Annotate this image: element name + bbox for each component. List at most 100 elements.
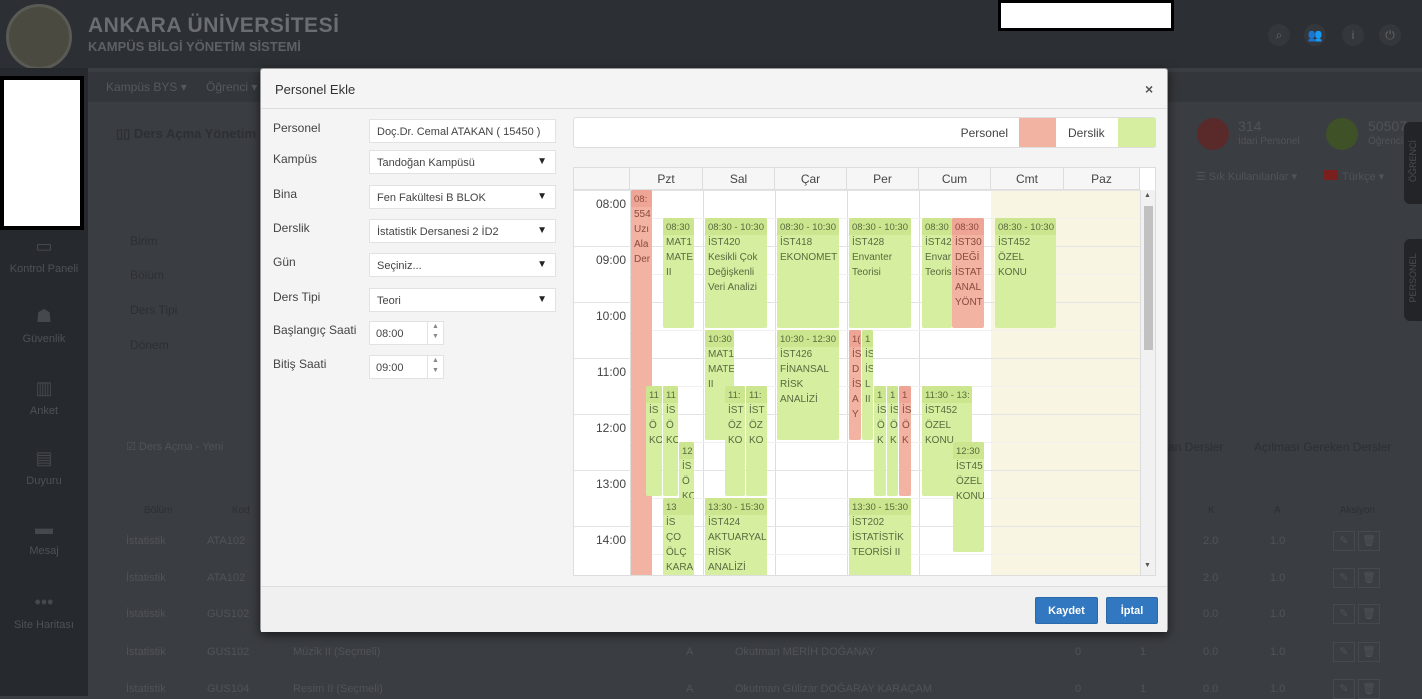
calendar-event[interactable]: 08:30 - 10:30 İST428 Envanter Teorisi xyxy=(849,218,911,328)
calendar-event[interactable]: 1 İS ÖK xyxy=(887,386,898,496)
calendar-event[interactable]: 08:30 - 10:30 İST418 EKONOMET xyxy=(777,218,839,328)
calendar-event[interactable]: 1 İS ÖK xyxy=(874,386,886,496)
event-text: KO xyxy=(728,435,743,446)
power-icon[interactable]: ⏻ xyxy=(1379,24,1401,46)
calendar-event[interactable]: 13 İS ÇO ÖLÇ KARA xyxy=(663,498,694,575)
table-cell: 1.0 xyxy=(1270,572,1286,584)
filter-label: Dönem xyxy=(130,338,169,352)
event-time: 10:30 - 12:30 xyxy=(777,330,839,347)
chevron-down-icon: ▼ xyxy=(537,259,547,270)
tab-acilmasi-gereken[interactable]: Açılması Gereken Dersler xyxy=(1254,440,1391,454)
student-stat-icon xyxy=(1326,118,1358,150)
delete-button[interactable]: 🗑 xyxy=(1358,679,1380,699)
calendar-event[interactable]: 08:30 İST30 DEĞİ İSTAT ANAL YÖNT xyxy=(952,218,984,328)
edit-button[interactable]: ✎ xyxy=(1333,642,1355,662)
delete-button[interactable]: 🗑 xyxy=(1358,642,1380,662)
calendar-event[interactable]: 1 İS ÖK xyxy=(899,386,911,496)
calendar-event[interactable]: 08: 554 Uzı Ala Der xyxy=(631,190,652,575)
scroll-up-icon[interactable]: ▲ xyxy=(1144,192,1151,199)
event-time: 13:30 - 15:30 xyxy=(849,498,911,515)
sidebar-item-duyuru[interactable]: ▤ Duyuru xyxy=(0,448,88,487)
calendar-scrollbar[interactable]: ▲ ▼ xyxy=(1140,190,1155,575)
new-course-button[interactable]: ☑ Ders Açma - Yeni xyxy=(126,440,223,453)
side-tab-ogrenci[interactable]: ÖĞRENCİ xyxy=(1404,122,1422,204)
favorites-menu[interactable]: ☰ Sık Kullanılanlar ▾ xyxy=(1196,170,1297,183)
search-icon[interactable]: ⌕ xyxy=(1268,24,1290,46)
ba-lang-saatifield[interactable]: 08:00 ▲ ▼ xyxy=(369,321,444,345)
calendar-event[interactable]: 12:30 İST45 ÖZEL KONU xyxy=(953,442,984,552)
event-time: 1( xyxy=(849,330,861,347)
calendar-event[interactable]: 11 İS Ö KO xyxy=(646,386,662,496)
event-text: L xyxy=(865,379,871,390)
delete-button[interactable]: 🗑 xyxy=(1358,531,1380,551)
calendar-event[interactable]: 11: İST ÖZ KO xyxy=(725,386,745,496)
calendar-event[interactable]: 08:30 - 10:30 İST452 ÖZEL KONU xyxy=(995,218,1056,328)
nav-ogrenci[interactable]: Öğrenci ▾ xyxy=(206,80,257,94)
biti-saatifield[interactable]: 09:00 ▲ ▼ xyxy=(369,355,444,379)
edit-button[interactable]: ✎ xyxy=(1333,568,1355,588)
scroll-down-icon[interactable]: ▼ xyxy=(1144,562,1151,569)
field-value: Tandoğan Kampüsü xyxy=(377,157,475,169)
add-staff-modal: Personel Ekle × Personel Doç.Dr. Cemal AT… xyxy=(260,68,1168,632)
day-header: Sal xyxy=(703,168,775,190)
calendar-event[interactable]: 11 İS Ö KO xyxy=(663,386,678,496)
g-nfield[interactable]: Seçiniz... ▼ xyxy=(369,253,556,277)
kamp-sfield[interactable]: Tandoğan Kampüsü ▼ xyxy=(369,150,556,174)
delete-button[interactable]: 🗑 xyxy=(1358,604,1380,624)
calendar-event[interactable]: 1(İS D İS A Y xyxy=(849,330,861,440)
event-text: İST426 xyxy=(780,349,813,360)
calendar-event[interactable]: 10:30 - 12:30 İST426 FİNANSAL RİSK ANALİZİ xyxy=(777,330,839,440)
close-icon[interactable]: × xyxy=(1145,81,1153,97)
event-time: 08:30 - 10:30 xyxy=(705,218,767,235)
list-icon: ☰ xyxy=(1196,171,1209,183)
personelfield[interactable]: Doç.Dr. Cemal ATAKAN ( 15450 ) xyxy=(369,119,556,143)
edit-button[interactable]: ✎ xyxy=(1333,604,1355,624)
tab-acilan-dersler[interactable]: an Dersler xyxy=(1168,440,1223,454)
ders-tipifield[interactable]: Teori ▼ xyxy=(369,288,556,312)
calendar-event[interactable]: 08:30 İST42 Envar Teoris xyxy=(922,218,952,328)
calendar-event[interactable]: 13:30 - 15:30 İST424 AKTUARYAL RİSK ANALİZİ xyxy=(705,498,767,575)
time-value: 08:00 xyxy=(376,328,404,340)
side-tab-personel[interactable]: PERSONEL xyxy=(1404,239,1422,321)
event-text: ANAL xyxy=(955,282,982,293)
chevron-down-icon: ▼ xyxy=(537,294,547,305)
table-cell: 0 xyxy=(1075,683,1082,695)
info-icon[interactable]: i xyxy=(1342,24,1364,46)
cancel-button[interactable]: İptal xyxy=(1106,597,1158,624)
calendar-event[interactable]: 08:30 MAT1 MATE II xyxy=(663,218,694,328)
sidebar-item-mesaj[interactable]: ▬ Mesaj xyxy=(0,518,88,557)
spinner-arrows-icon[interactable]: ▲ ▼ xyxy=(427,356,443,378)
sidebar-item-kontrol-paneli[interactable]: ▭ Kontrol Paneli xyxy=(0,236,88,275)
calendar-event[interactable]: 1 İS İS L II xyxy=(862,330,873,440)
table-cell: Okutman Gülizar DOĞARAY KARAÇAM xyxy=(735,683,933,695)
sidebar-item-guvenlik[interactable]: ☗ Güvenlik xyxy=(0,306,88,345)
column-divider xyxy=(703,190,704,575)
calendar-event[interactable]: 13:30 - 15:30 İST202 İSTATİSTİK TEORİSİ II xyxy=(849,498,911,575)
table-cell: İstatistik xyxy=(126,646,166,658)
derslikfield[interactable]: İstatistik Dersanesi 2 İD2 ▼ xyxy=(369,219,556,243)
delete-button[interactable]: 🗑 xyxy=(1358,568,1380,588)
sidebar-item-site-haritasi[interactable]: ••• Site Haritası xyxy=(0,592,88,631)
calendar-event[interactable]: 08:30 - 10:30 İST420 Kesikli Çok Değişkenli… xyxy=(705,218,767,328)
nav-kampus-bys[interactable]: Kampüs BYS ▾ xyxy=(106,80,187,94)
flag-icon xyxy=(1324,170,1338,180)
edit-button[interactable]: ✎ xyxy=(1333,531,1355,551)
save-button[interactable]: Kaydet xyxy=(1035,597,1098,624)
sidebar-item-anket[interactable]: ▥ Anket xyxy=(0,378,88,417)
calendar-event[interactable]: 11: İST ÖZ KO xyxy=(746,386,767,496)
table-cell: 2.0 xyxy=(1203,572,1219,584)
table-cell: İstatistik xyxy=(126,608,166,620)
binafield[interactable]: Fen Fakültesi B BLOK ▼ xyxy=(369,185,556,209)
language-menu[interactable]: Türkçe ▾ xyxy=(1324,170,1384,183)
scrollbar-thumb[interactable] xyxy=(1144,206,1153,350)
event-time: 11: xyxy=(746,386,767,403)
users-icon[interactable]: 👥 xyxy=(1304,24,1326,46)
spinner-arrows-icon[interactable]: ▲ ▼ xyxy=(427,322,443,344)
event-text: İST xyxy=(728,405,744,416)
redacted-box xyxy=(0,76,84,230)
event-text: ÖZEL xyxy=(998,252,1025,263)
edit-button[interactable]: ✎ xyxy=(1333,679,1355,699)
event-text: TEORİSİ II xyxy=(852,547,901,558)
event-text: Ö xyxy=(666,420,674,431)
event-text: Envar xyxy=(925,252,952,263)
